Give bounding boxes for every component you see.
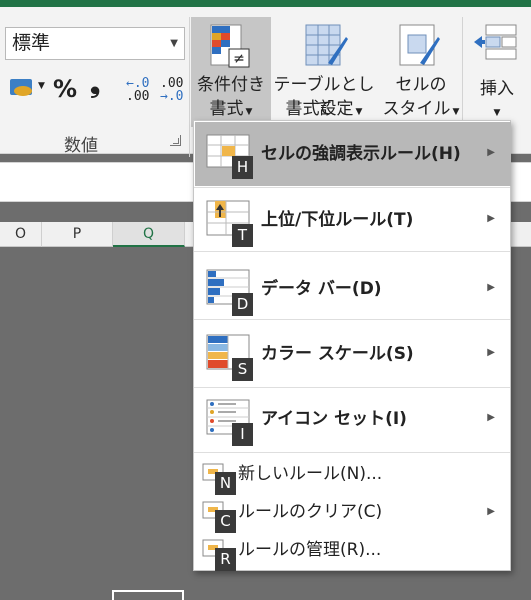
menu-divider xyxy=(194,251,510,252)
accounting-format-button[interactable]: ▼ xyxy=(10,75,46,107)
menu-item-label: カラー スケール(S) xyxy=(261,344,414,364)
conditional-formatting-menu: H セルの強調表示ルール(H) ▶ T 上位/下位ルール(T) ▶ D データ … xyxy=(193,120,511,571)
submenu-arrow-icon: ▶ xyxy=(487,506,495,517)
comma-style-button[interactable]: ❟ xyxy=(90,69,100,101)
menu-item-top-bottom-rules[interactable]: T 上位/下位ルール(T) ▶ xyxy=(195,188,511,252)
menu-item-color-scales[interactable]: S カラー スケール(S) ▶ xyxy=(195,322,511,386)
cell-styles-icon xyxy=(399,24,440,66)
decrease-decimal-icon-bottom: →.0 xyxy=(160,89,184,104)
keytip-badge: R xyxy=(215,548,236,571)
percent-style-button[interactable]: % xyxy=(53,75,77,107)
menu-item-manage-rules[interactable]: R ルールの管理(R)... xyxy=(195,530,511,571)
conditional-formatting-button[interactable]: ≠ 条件付き 書式 ▼ xyxy=(191,17,271,127)
decrease-decimal-button[interactable]: .00 →.0 xyxy=(160,77,183,109)
coin-icon xyxy=(14,86,32,96)
menu-item-label: 上位/下位ルール(T) xyxy=(261,210,414,230)
insert-cells-icon xyxy=(474,24,517,60)
percent-icon: % xyxy=(53,75,78,103)
comma-icon: ❟ xyxy=(90,69,101,99)
cell-styles-button[interactable]: セルの スタイル ▼ xyxy=(382,17,460,127)
insert-label: 挿入 xyxy=(480,79,514,99)
number-format-value: 標準 xyxy=(12,32,51,54)
menu-item-clear-rules[interactable]: C ルールのクリア(C) ▶ xyxy=(195,492,511,533)
column-header-selected[interactable]: Q xyxy=(113,222,185,247)
table-format-icon xyxy=(305,24,348,66)
column-header[interactable]: P xyxy=(42,222,113,247)
menu-item-label: 新しいルール(N)... xyxy=(238,464,383,484)
chevron-down-icon[interactable]: ▼ xyxy=(38,81,45,91)
menu-item-label: データ バー(D) xyxy=(261,279,382,299)
chevron-down-icon: ▼ xyxy=(170,38,178,49)
increase-decimal-button[interactable]: ←.0 .00 xyxy=(126,77,149,109)
dialog-launcher-icon[interactable] xyxy=(170,135,181,146)
submenu-arrow-icon: ▶ xyxy=(487,347,495,358)
submenu-arrow-icon: ▶ xyxy=(487,282,495,293)
submenu-arrow-icon: ▶ xyxy=(487,147,495,158)
keytip-badge: D xyxy=(232,293,253,316)
conditional-formatting-label-1: 条件付き xyxy=(197,75,265,95)
number-format-dropdown[interactable]: 標準 ▼ xyxy=(5,27,185,60)
submenu-arrow-icon: ▶ xyxy=(487,213,495,224)
menu-divider xyxy=(194,319,510,320)
keytip-badge: T xyxy=(232,224,253,247)
menu-item-data-bars[interactable]: D データ バー(D) ▶ xyxy=(195,257,511,321)
insert-cells-button[interactable]: 挿入 ▼ xyxy=(466,17,528,127)
menu-item-label: アイコン セット(I) xyxy=(261,409,407,429)
title-bar-strip xyxy=(0,0,531,7)
cell-styles-label-1: セルの xyxy=(395,75,447,95)
menu-item-label: ルールの管理(R)... xyxy=(238,540,382,560)
format-as-table-button[interactable]: テーブルとして 書式設定 ▼ xyxy=(272,17,376,127)
menu-divider xyxy=(194,452,510,453)
submenu-arrow-icon: ▶ xyxy=(487,412,495,423)
keytip-badge: I xyxy=(232,423,253,446)
menu-item-icon-sets[interactable]: I アイコン セット(I) ▶ xyxy=(195,387,511,451)
keytip-badge: H xyxy=(232,156,253,179)
number-group-label: 数値 xyxy=(64,136,98,156)
selected-cell[interactable] xyxy=(112,590,184,600)
group-separator xyxy=(189,17,190,157)
menu-item-highlight-cells-rules[interactable]: H セルの強調表示ルール(H) ▶ xyxy=(195,122,511,186)
menu-item-label: ルールのクリア(C) xyxy=(238,502,383,522)
increase-decimal-icon-bottom: .00 xyxy=(126,89,150,104)
column-header[interactable]: O xyxy=(0,222,42,247)
keytip-badge: S xyxy=(232,358,253,381)
conditional-formatting-icon: ≠ xyxy=(210,24,250,68)
menu-item-label: セルの強調表示ルール(H) xyxy=(261,144,461,164)
menu-item-new-rule[interactable]: N 新しいルール(N)... xyxy=(195,454,511,495)
svg-text:≠: ≠ xyxy=(233,51,245,67)
